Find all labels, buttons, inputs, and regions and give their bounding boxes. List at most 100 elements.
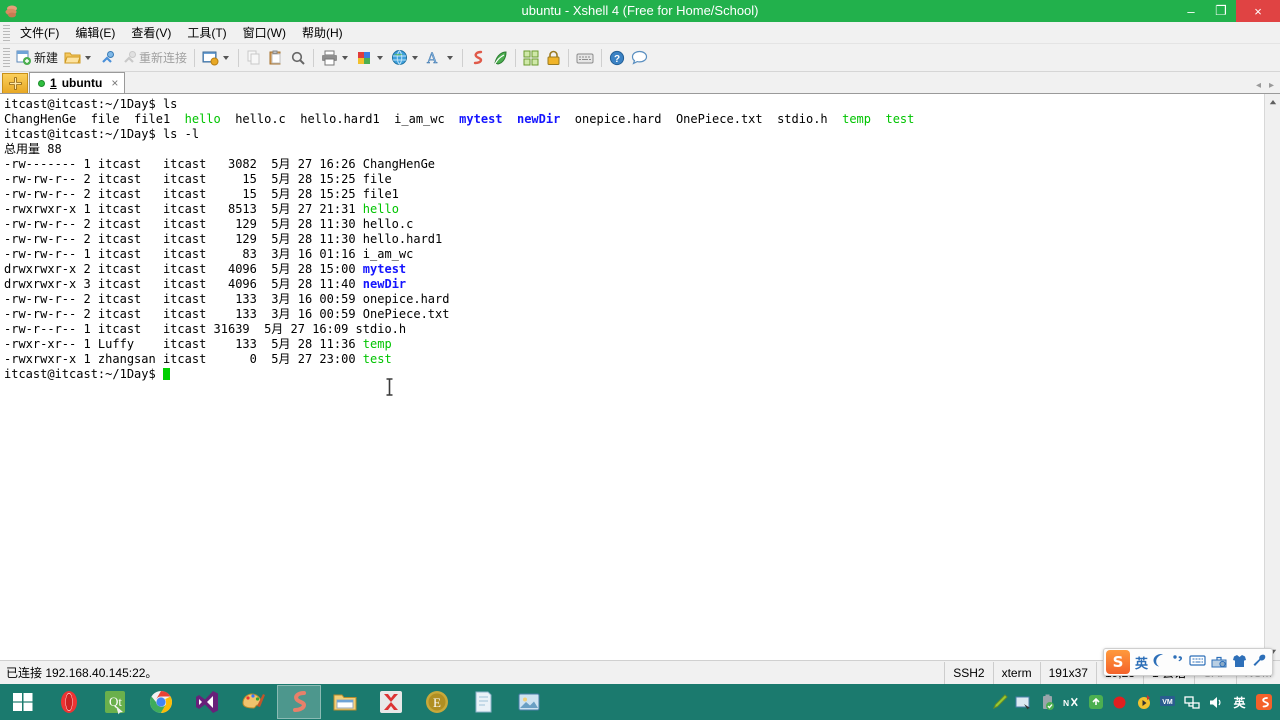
ime-language-mode[interactable]: 英 — [1135, 653, 1148, 672]
paste-button[interactable] — [265, 46, 287, 70]
find-button[interactable] — [287, 46, 309, 70]
tab-index: 1 — [50, 76, 57, 90]
print-dropdown-arrow[interactable] — [342, 55, 349, 60]
terminal-text: drwxrwxr-x 3 itcast itcast 4096 5月 28 11… — [4, 277, 363, 291]
file-explorer-icon[interactable] — [323, 685, 367, 719]
new-tab-icon[interactable] — [2, 73, 28, 93]
properties-button[interactable] — [199, 46, 234, 70]
menu-drag-handle[interactable] — [3, 24, 10, 41]
sogou-logo-icon[interactable]: S — [1106, 650, 1130, 674]
paint-icon[interactable] — [231, 685, 275, 719]
terminal-line: -rw-rw-r-- 2 itcast itcast 133 3月 16 00:… — [4, 307, 1280, 322]
terminal-text: -rw-rw-r-- 2 itcast itcast 129 5月 28 11:… — [4, 232, 443, 246]
menu-window[interactable]: 窗口(W) — [235, 21, 294, 44]
media-icon[interactable] — [1135, 694, 1152, 711]
chat-button[interactable] — [628, 46, 651, 70]
qt-creator-icon[interactable]: Qt — [93, 685, 137, 719]
battery-icon[interactable] — [1039, 694, 1056, 711]
visual-studio-icon[interactable] — [185, 685, 229, 719]
opera-icon[interactable] — [47, 685, 91, 719]
ime-en-icon[interactable]: 英 — [1231, 694, 1248, 711]
terminal-text: 总用量 88 — [4, 142, 62, 156]
wrench-icon[interactable] — [1252, 654, 1267, 671]
globe-button[interactable] — [388, 46, 423, 70]
toolbar-drag-handle[interactable] — [3, 47, 10, 68]
layout-icon — [523, 50, 540, 66]
pen-icon[interactable] — [991, 694, 1008, 711]
tab-ubuntu[interactable]: 1 ubuntu × — [29, 72, 126, 93]
scroll-up-arrow[interactable] — [1265, 94, 1280, 110]
globe-dropdown-arrow[interactable] — [412, 55, 419, 60]
terminal-scrollbar[interactable] — [1264, 94, 1280, 660]
open-session-button[interactable] — [61, 46, 96, 70]
volume-icon[interactable] — [1207, 694, 1224, 711]
open-folder-icon — [64, 50, 81, 65]
print-button[interactable] — [318, 46, 353, 70]
tab-scroll-left-icon[interactable]: ◂ — [1256, 80, 1261, 91]
lock-button[interactable] — [543, 46, 564, 70]
lock-icon — [546, 50, 561, 66]
title-bar[interactable]: ubuntu - Xshell 4 (Free for Home/School)… — [0, 0, 1280, 22]
window-title: ubuntu - Xshell 4 (Free for Home/School) — [521, 3, 759, 18]
screenshot-icon[interactable] — [1015, 694, 1032, 711]
properties-dropdown-arrow[interactable] — [223, 55, 230, 60]
maximize-button[interactable]: ❐ — [1206, 0, 1236, 22]
xftp-button[interactable] — [489, 46, 511, 70]
terminal-text: -rw-rw-r-- 1 itcast itcast 83 3月 16 01:1… — [4, 247, 414, 261]
tab-close-icon[interactable]: × — [111, 76, 118, 90]
terminal-text: -rw-rw-r-- 2 itcast itcast 15 5月 28 15:2… — [4, 187, 399, 201]
network-icon[interactable] — [1183, 694, 1200, 711]
tab-scroll-right-icon[interactable]: ▸ — [1269, 80, 1274, 91]
keyboard-icon[interactable] — [1189, 654, 1206, 670]
everedit-icon[interactable]: E — [415, 685, 459, 719]
vm-icon[interactable]: VM — [1159, 694, 1176, 711]
sogou-icon[interactable] — [1255, 694, 1272, 711]
menu-view[interactable]: 查看(V) — [123, 21, 179, 44]
new-session-button[interactable]: 新建 — [12, 46, 61, 70]
menu-tools[interactable]: 工具(T) — [179, 21, 234, 44]
layout-button[interactable] — [520, 46, 543, 70]
color-scheme-dropdown-arrow[interactable] — [377, 55, 384, 60]
font-dropdown-arrow[interactable] — [447, 55, 454, 60]
menu-edit[interactable]: 编辑(E) — [67, 21, 123, 44]
tab-status-dot — [38, 79, 45, 87]
terminal-text: test — [885, 112, 915, 126]
menu-help[interactable]: 帮助(H) — [294, 21, 351, 44]
color-scheme-button[interactable] — [353, 46, 388, 70]
upload-icon[interactable] — [1087, 694, 1104, 711]
terminal-line: -rw-rw-r-- 2 itcast itcast 133 3月 16 00:… — [4, 292, 1280, 307]
terminal-line: -rw-rw-r-- 2 itcast itcast 129 5月 28 11:… — [4, 232, 1280, 247]
svg-text:E: E — [433, 695, 441, 710]
font-button[interactable]: A — [423, 46, 458, 70]
xshell-script-button[interactable] — [467, 46, 489, 70]
comma-icon[interactable] — [1172, 653, 1184, 671]
skin-icon[interactable] — [1232, 654, 1247, 671]
menu-file[interactable]: 文件(F) — [12, 21, 67, 44]
minimize-button[interactable]: – — [1176, 0, 1206, 22]
close-button[interactable]: × — [1236, 0, 1280, 22]
xmind-icon[interactable] — [369, 685, 413, 719]
notepad-icon[interactable] — [461, 685, 505, 719]
windows-start-icon[interactable] — [0, 684, 46, 720]
open-session-dropdown-arrow[interactable] — [85, 55, 92, 60]
help-button[interactable]: ? — [606, 46, 628, 70]
moon-icon[interactable] — [1153, 653, 1167, 671]
terminal-output[interactable]: itcast@itcast:~/1Day$ ls ChangHenGe file … — [0, 94, 1280, 660]
print-icon — [321, 50, 338, 66]
keyboard-button[interactable] — [573, 46, 597, 70]
picture-viewer-icon[interactable] — [507, 685, 551, 719]
chrome-icon[interactable] — [139, 685, 183, 719]
record-icon[interactable] — [1111, 694, 1128, 711]
xshell-icon[interactable] — [277, 685, 321, 719]
connect-button[interactable] — [96, 46, 118, 70]
nx-icon[interactable]: N — [1063, 694, 1080, 711]
connection-status: 已连接 192.168.40.145:22。 — [6, 666, 158, 680]
color-scheme-icon — [356, 50, 373, 66]
terminal-text: onepice.hard OnePiece.txt stdio.h — [560, 112, 843, 126]
ime-toolbar[interactable]: S 英 — [1103, 648, 1274, 676]
terminal-text: temp — [362, 337, 392, 351]
toolbox-icon[interactable] — [1211, 654, 1227, 671]
terminal-text: -rw-rw-r-- 2 itcast itcast 15 5月 28 15:2… — [4, 172, 392, 186]
toolbar-separator — [194, 48, 196, 67]
